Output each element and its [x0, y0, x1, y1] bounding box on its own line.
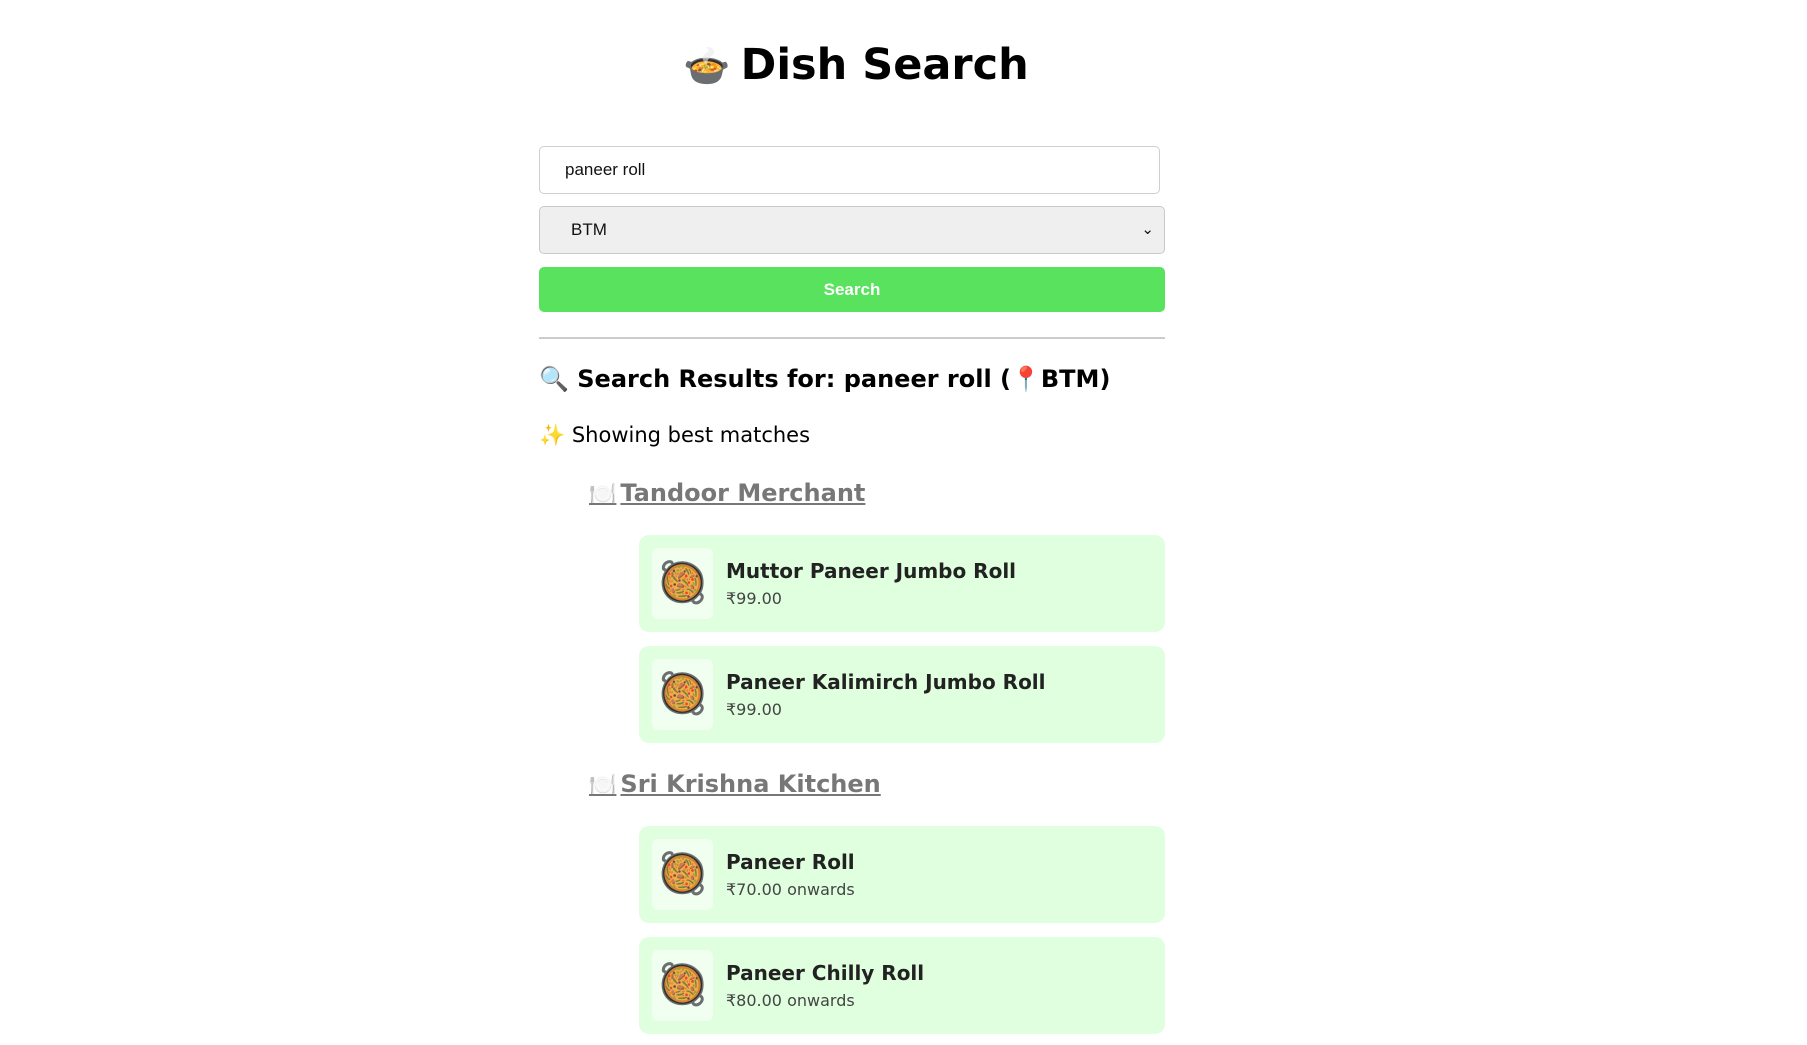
- paella-icon: 🥘: [652, 548, 713, 619]
- dish-price: ₹70.00 onwards: [726, 880, 855, 899]
- sparkles-icon: ✨: [539, 423, 566, 447]
- dish-search-input[interactable]: [539, 146, 1160, 194]
- paella-icon: 🥘: [652, 839, 713, 910]
- location-select-value: BTM: [571, 220, 607, 239]
- magnifier-icon: 🔍: [539, 365, 569, 393]
- dish-name: Muttor Paneer Jumbo Roll: [726, 559, 1017, 583]
- pot-of-food-icon: 🍲: [683, 44, 731, 88]
- restaurant-link[interactable]: 🍽️ Tandoor Merchant: [589, 476, 865, 512]
- page: 🍲Dish Search BTM ⌄ Search 🔍 Search Resul…: [0, 0, 1807, 1045]
- page-title-text: Dish Search: [740, 40, 1029, 90]
- chevron-down-icon: ⌄: [1141, 221, 1154, 238]
- dish-name: Paneer Kalimirch Jumbo Roll: [726, 670, 1046, 694]
- search-button[interactable]: Search: [539, 267, 1165, 312]
- dish-price: ₹99.00: [726, 700, 782, 719]
- dish-price: ₹80.00 onwards: [726, 991, 855, 1010]
- dish-name: Paneer Chilly Roll: [726, 961, 925, 985]
- dish-card[interactable]: 🥘 Paneer Roll ₹70.00 onwards: [639, 826, 1165, 923]
- dish-card[interactable]: 🥘 Muttor Paneer Jumbo Roll ₹99.00: [639, 535, 1165, 632]
- page-title: 🍲 Dish Search: [0, 38, 1712, 93]
- results-heading-text: Search Results for: paneer roll (📍BTM): [577, 365, 1111, 393]
- plate-icon: 🍽️: [589, 482, 617, 507]
- plate-icon: 🍽️: [589, 773, 617, 798]
- restaurant-name: Tandoor Merchant: [620, 479, 866, 507]
- dish-card[interactable]: 🥘 Paneer Kalimirch Jumbo Roll ₹99.00: [639, 646, 1165, 743]
- paella-icon: 🥘: [652, 659, 713, 730]
- divider: [539, 337, 1165, 339]
- restaurant-name: Sri Krishna Kitchen: [620, 770, 881, 798]
- restaurant-link[interactable]: 🍽️ Sri Krishna Kitchen: [589, 767, 881, 803]
- results-heading: 🔍 Search Results for: paneer roll (📍BTM): [539, 362, 1110, 396]
- paella-icon: 🥘: [652, 950, 713, 1021]
- dish-name: Paneer Roll: [726, 850, 855, 874]
- location-select[interactable]: BTM ⌄: [539, 206, 1165, 254]
- best-matches-note: ✨ Showing best matches: [539, 420, 810, 450]
- dish-price: ₹99.00: [726, 589, 782, 608]
- dish-card[interactable]: 🥘 Paneer Chilly Roll ₹80.00 onwards: [639, 937, 1165, 1034]
- best-matches-text: Showing best matches: [571, 423, 811, 447]
